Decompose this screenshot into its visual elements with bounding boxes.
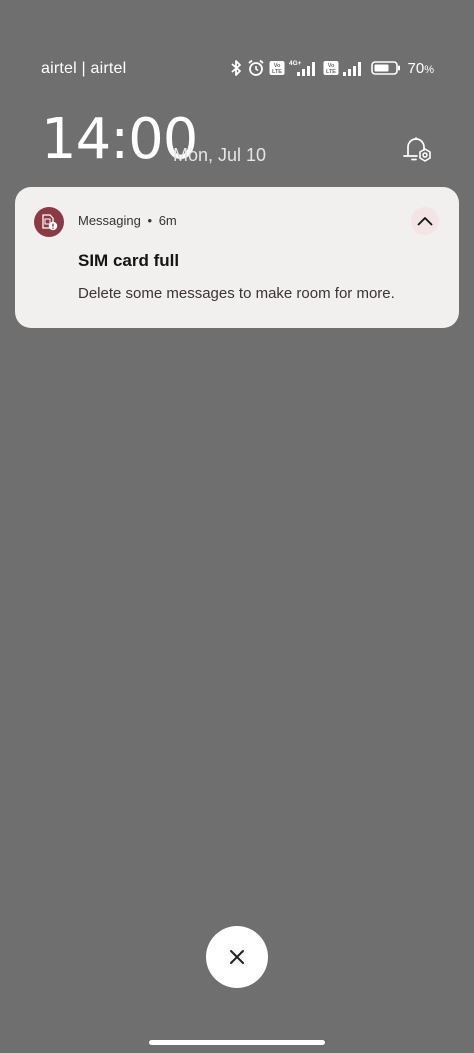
notification-settings-icon[interactable]	[400, 134, 436, 166]
network-type-label: 4G+	[289, 60, 302, 67]
signal-4g-icon: 4G+	[289, 59, 319, 77]
chevron-up-icon	[417, 217, 433, 226]
lockscreen-date: Mon, Jul 10	[173, 145, 267, 165]
clear-notifications-button[interactable]	[206, 926, 268, 988]
notification-app-name: Messaging	[78, 213, 141, 228]
signal-icon	[342, 59, 363, 77]
carrier-label: airtel | airtel	[41, 60, 127, 77]
battery-percent: 70%	[407, 59, 434, 77]
home-indicator[interactable]	[149, 1040, 325, 1045]
bluetooth-icon	[229, 59, 243, 77]
battery-icon	[370, 60, 401, 76]
notification-body: Delete some messages to make room for mo…	[78, 285, 395, 302]
notification-title: SIM card full	[78, 251, 180, 270]
status-bar: airtel | airtel Vo LTE 4G+ Vo LTE 70%	[0, 56, 474, 84]
volte-icon: Vo LTE	[269, 60, 285, 76]
meta-separator: •	[147, 213, 153, 228]
close-icon	[230, 950, 244, 964]
volte-icon: Vo LTE	[323, 60, 339, 76]
notification-meta: Messaging • 6m	[78, 213, 177, 228]
volte-bottom-text: LTE	[272, 69, 282, 75]
status-icons: Vo LTE 4G+ Vo LTE 70%	[229, 59, 434, 77]
collapse-button[interactable]	[411, 207, 439, 235]
svg-text:LTE: LTE	[326, 69, 336, 75]
notification-card[interactable]: Messaging • 6m SIM card full Delete some…	[15, 187, 459, 328]
notification-age: 6m	[158, 213, 177, 228]
messaging-app-icon	[34, 207, 64, 237]
alarm-icon	[247, 59, 265, 77]
